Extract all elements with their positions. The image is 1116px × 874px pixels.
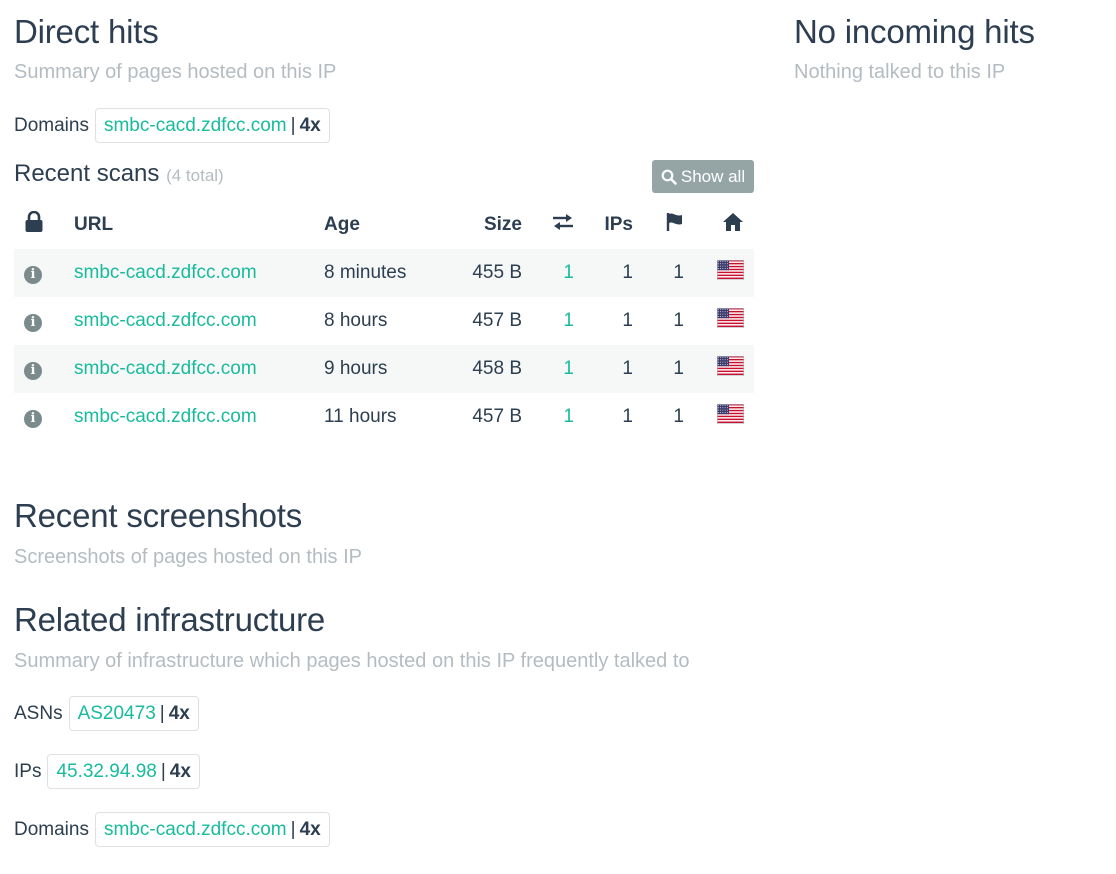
domains-label: Domains — [14, 114, 89, 136]
direct-hits-title: Direct hits — [14, 13, 159, 50]
domain-link[interactable]: smbc-cacd.zdfcc.com — [104, 115, 287, 137]
ips-column-header: IPs — [604, 214, 633, 235]
scan-redirects-link[interactable]: 1 — [563, 262, 574, 283]
asns-row: ASNs AS20473 | 4x — [14, 696, 199, 731]
table-row: i smbc-cacd.zdfcc.com 9 hours 458 B 1 1 … — [14, 345, 754, 393]
scan-ips: 1 — [622, 358, 633, 379]
lock-column-header — [14, 201, 74, 249]
asn-tag: AS20473 | 4x — [68, 696, 199, 731]
recent-scans-title: Recent scans (4 total) — [14, 160, 224, 188]
scan-age: 8 hours — [324, 310, 388, 331]
exchange-icon — [553, 214, 573, 230]
ip-link[interactable]: 45.32.94.98 — [56, 761, 156, 783]
scan-flags: 1 — [673, 310, 684, 331]
scan-redirects-link[interactable]: 1 — [563, 406, 574, 427]
table-row: i smbc-cacd.zdfcc.com 8 minutes 455 B 1 … — [14, 249, 754, 297]
no-incoming-hits-title: No incoming hits — [794, 13, 1035, 50]
tag-separator: | — [160, 760, 166, 782]
infra-domains-row: Domains smbc-cacd.zdfcc.com | 4x — [14, 812, 330, 847]
info-icon[interactable]: i — [24, 361, 42, 380]
domain-tag: smbc-cacd.zdfcc.com | 4x — [94, 108, 330, 143]
info-icon[interactable]: i — [24, 409, 42, 428]
domain-tag: smbc-cacd.zdfcc.com | 4x — [94, 812, 330, 847]
ips-label: IPs — [14, 760, 42, 782]
size-column-header: Size — [483, 214, 522, 235]
tag-separator: | — [290, 818, 296, 840]
related-infrastructure-title: Related infrastructure — [14, 601, 326, 638]
scan-url-link[interactable]: smbc-cacd.zdfcc.com — [74, 358, 257, 379]
scan-ips: 1 — [622, 262, 633, 283]
tag-separator: | — [159, 702, 165, 724]
related-infrastructure-subtitle: Summary of infrastructure which pages ho… — [14, 650, 690, 672]
us-flag-icon — [717, 308, 744, 334]
scan-size: 455 B — [472, 262, 522, 283]
asn-link[interactable]: AS20473 — [78, 703, 156, 725]
us-flag-icon — [717, 404, 744, 430]
scan-flags: 1 — [673, 406, 684, 427]
asns-label: ASNs — [14, 702, 63, 724]
us-flag-icon — [717, 260, 744, 286]
info-icon[interactable]: i — [24, 265, 42, 284]
direct-domains-row: Domains smbc-cacd.zdfcc.com | 4x — [14, 108, 330, 143]
direct-hits-subtitle: Summary of pages hosted on this IP — [14, 61, 337, 83]
scan-url-link[interactable]: smbc-cacd.zdfcc.com — [74, 310, 257, 331]
scan-age: 11 hours — [324, 406, 397, 427]
ips-row: IPs 45.32.94.98 | 4x — [14, 754, 200, 789]
ip-tag: 45.32.94.98 | 4x — [47, 754, 200, 789]
recent-scans-total: (4 total) — [166, 166, 224, 185]
scan-size: 457 B — [472, 310, 522, 331]
show-all-button[interactable]: Show all — [652, 160, 754, 193]
table-row: i smbc-cacd.zdfcc.com 11 hours 457 B 1 1… — [14, 393, 754, 441]
us-flag-icon — [717, 356, 744, 382]
recent-screenshots-title: Recent screenshots — [14, 497, 303, 534]
show-all-label: Show all — [680, 166, 746, 186]
domain-count: 4x — [299, 818, 321, 840]
scan-ips: 1 — [622, 406, 633, 427]
scan-ips: 1 — [622, 310, 633, 331]
search-icon — [661, 169, 677, 185]
domains-label: Domains — [14, 818, 89, 840]
scan-flags: 1 — [673, 262, 684, 283]
domain-link[interactable]: smbc-cacd.zdfcc.com — [104, 819, 287, 841]
scan-size: 458 B — [472, 358, 522, 379]
scan-url-link[interactable]: smbc-cacd.zdfcc.com — [74, 406, 257, 427]
flag-column-header — [633, 201, 684, 249]
redirects-column-header — [522, 201, 574, 249]
age-column-header: Age — [324, 214, 360, 235]
recent-scans-title-text: Recent scans — [14, 160, 160, 187]
scan-age: 8 minutes — [324, 262, 407, 283]
ip-count: 4x — [169, 760, 191, 782]
scan-url-link[interactable]: smbc-cacd.zdfcc.com — [74, 262, 257, 283]
recent-screenshots-subtitle: Screenshots of pages hosted on this IP — [14, 546, 362, 568]
flag-icon — [666, 213, 682, 231]
scan-flags: 1 — [673, 358, 684, 379]
domain-count: 4x — [299, 114, 321, 136]
home-icon — [723, 213, 743, 231]
table-row: i smbc-cacd.zdfcc.com 8 hours 457 B 1 1 … — [14, 297, 754, 345]
info-icon[interactable]: i — [24, 313, 42, 332]
scan-redirects-link[interactable]: 1 — [563, 310, 574, 331]
lock-icon — [25, 210, 43, 232]
asn-count: 4x — [168, 702, 190, 724]
recent-scans-header: Recent scans (4 total) Show all — [14, 158, 754, 194]
no-incoming-hits-subtitle: Nothing talked to this IP — [794, 61, 1006, 83]
scan-size: 457 B — [472, 406, 522, 427]
url-column-header: URL — [74, 214, 114, 235]
home-column-header — [684, 201, 754, 249]
tag-separator: | — [290, 114, 296, 136]
recent-scans-table: URL Age Size IPs i smbc-cacd.zdfcc.com 8… — [14, 201, 754, 441]
table-header-row: URL Age Size IPs — [14, 201, 754, 249]
scan-redirects-link[interactable]: 1 — [563, 358, 574, 379]
scan-age: 9 hours — [324, 358, 388, 379]
